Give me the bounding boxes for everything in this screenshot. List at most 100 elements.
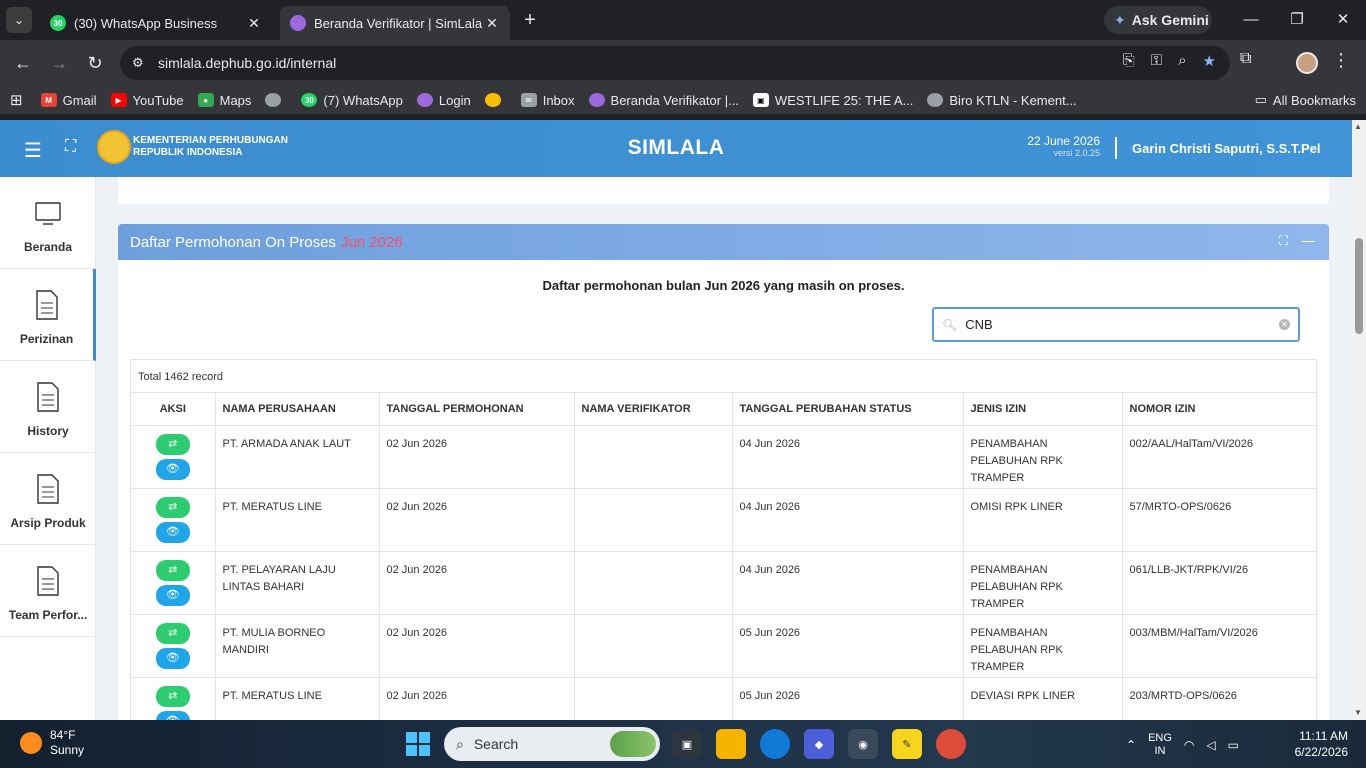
volume-icon[interactable]: ◁ [1206, 738, 1215, 752]
bookmark-globe[interactable] [265, 93, 287, 107]
close-tab-icon[interactable]: ✕ [484, 15, 500, 32]
edge-icon[interactable] [760, 729, 790, 759]
install-app-icon[interactable]: ⎘ [1123, 52, 1135, 70]
scrollbar-thumb[interactable] [1355, 238, 1363, 334]
app-icon[interactable]: ◆ [804, 729, 834, 759]
ask-gemini-button[interactable]: ✦ Ask Gemini [1104, 6, 1212, 34]
process-button[interactable]: ⇄ [155, 559, 190, 581]
process-button[interactable]: ⇄ [155, 496, 190, 518]
simlala-favicon-icon [290, 15, 306, 31]
whatsapp-icon: 30 [50, 15, 66, 31]
cell-nama-verifikator [574, 551, 733, 615]
bookmark-westlife[interactable]: ▣ WESTLIFE 25: THE A... [752, 93, 913, 108]
scroll-down-icon[interactable]: ▼ [1354, 708, 1362, 717]
table-row: ⇄ 👁︎ PT. PELAYARAN LAJU LINTAS BAHARI 02 … [131, 551, 1317, 615]
chrome-icon[interactable] [936, 729, 966, 759]
user-name[interactable]: Garin Christi Saputri, S.S.T.Pel [1132, 141, 1321, 156]
sidebar-item-arsip-produk[interactable]: Arsip Produk [0, 453, 96, 545]
battery-icon[interactable]: ▭ [1228, 738, 1239, 752]
col-tanggal-permohonan[interactable]: TANGGAL PERMOHONAN [379, 393, 575, 426]
sidebar-item-perizinan[interactable]: Perizinan [0, 269, 96, 361]
search-input[interactable] [965, 317, 1266, 332]
card-title: Daftar Permohonan On Proses [130, 233, 336, 251]
bookmark-pinwheel[interactable] [484, 93, 507, 107]
reload-button[interactable]: ↻ [82, 50, 108, 76]
taskbar-clock[interactable]: 11:11 AM 6/22/2026 [1288, 728, 1348, 760]
bookmark-youtube[interactable]: ▶ YouTube [110, 93, 184, 108]
keyboard-layout: IN [1154, 745, 1166, 757]
chrome-menu-icon[interactable]: ⋮ [1332, 50, 1350, 71]
col-jenis-izin[interactable]: JENIS IZIN [963, 393, 1123, 426]
col-nama-verifikator[interactable]: NAMA VERIFIKATOR [574, 393, 733, 426]
view-eye-button[interactable]: 👁︎ [155, 584, 190, 606]
bookmark-beranda-verifikator[interactable]: Beranda Verifikator |... [588, 93, 739, 108]
youtube-icon: ▶ [110, 93, 127, 107]
tab-whatsapp[interactable]: 30 (30) WhatsApp Business ✕ [40, 6, 272, 40]
wifi-icon[interactable]: ◠ [1184, 738, 1194, 752]
card-subtitle: Daftar permohonan bulan Jun 2026 yang ma… [542, 278, 905, 293]
all-bookmarks-button[interactable]: ▭ All Bookmarks [1255, 92, 1356, 108]
bookmark-login[interactable]: Login [416, 93, 471, 108]
minimize-button[interactable]: — [1236, 8, 1266, 32]
scroll-up-icon[interactable]: ▲ [1354, 122, 1362, 131]
forward-button[interactable]: → [46, 50, 72, 76]
zoom-icon[interactable]: ⌕ [1178, 52, 1186, 70]
sidebar-item-history[interactable]: History [0, 361, 96, 453]
browser-tab-strip: ⌄ 30 (30) WhatsApp Business ✕ Beranda Ve… [0, 0, 1366, 40]
row-actions: ⇄ 👁︎ [131, 677, 216, 720]
language-indicator[interactable]: ENG IN [1148, 732, 1172, 758]
bookmark-maps[interactable]: ● Maps [197, 93, 251, 108]
tab-search-button[interactable]: ⌄ [6, 7, 32, 33]
col-nama-perusahaan[interactable]: NAMA PERUSAHAAN [215, 393, 380, 426]
sidebar-item-team-performance[interactable]: Team Perfor... [0, 545, 96, 637]
profile-avatar[interactable] [1296, 52, 1318, 74]
password-key-icon[interactable]: ⚿ [1151, 52, 1162, 70]
extensions-puzzle-icon[interactable]: ⧉ [1240, 50, 1251, 68]
taskbar: 84°F Sunny ⌕ Search ▣ ◆ ◉ ✎ ⌃ ENG IN ◠ ◁… [0, 720, 1366, 768]
tab-simlala[interactable]: Beranda Verifikator | SimLala ✕ [280, 6, 510, 40]
bookmark-whatsapp[interactable]: 30 (7) WhatsApp [301, 93, 403, 108]
language-code: ENG [1148, 732, 1172, 744]
file-explorer-icon[interactable] [716, 729, 746, 759]
view-eye-button[interactable]: 👁︎ [155, 647, 190, 669]
view-eye-button[interactable]: 👁︎ [155, 521, 190, 543]
close-window-button[interactable]: ✕ [1328, 8, 1358, 32]
collapse-card-icon[interactable]: — [1302, 233, 1315, 249]
weather-widget[interactable]: 84°F Sunny [20, 728, 84, 758]
process-button[interactable]: ⇄ [155, 622, 190, 644]
apps-grid-icon[interactable]: ⊞ [10, 91, 23, 109]
col-nomor-izin[interactable]: NOMOR IZIN [1122, 393, 1317, 426]
bookmark-biro-ktln[interactable]: Biro KTLN - Kement... [927, 93, 1077, 108]
system-tray: ⌃ ENG IN ◠ ◁ ▭ [1126, 732, 1239, 758]
sidebar-item-beranda[interactable]: Beranda [0, 177, 96, 269]
cell-nama-perusahaan: PT. MULIA BORNEO MANDIRI [215, 614, 380, 678]
close-tab-icon[interactable]: ✕ [246, 15, 262, 32]
task-view-icon[interactable]: ▣ [672, 729, 702, 759]
process-button[interactable]: ⇄ [155, 433, 190, 455]
clock-date: 6/22/2026 [1294, 745, 1348, 759]
chevron-up-icon[interactable]: ⌃ [1126, 738, 1136, 752]
view-eye-button[interactable]: 👁︎ [155, 710, 190, 720]
page-scrollbar[interactable]: ▲ ▼ [1352, 120, 1366, 720]
bookmark-star-icon[interactable]: ★ [1203, 52, 1216, 70]
site-info-icon[interactable]: ⚙ [132, 55, 156, 71]
permohonan-table: Total 1462 record AKSI NAMA PERUSAHAAN T… [130, 359, 1317, 720]
bookmark-inbox[interactable]: ✉ Inbox [520, 93, 575, 108]
back-button[interactable]: ← [10, 50, 36, 76]
clear-search-icon[interactable]: ✕ [1279, 319, 1290, 330]
view-eye-button[interactable]: 👁︎ [155, 458, 190, 480]
windows-start-icon[interactable] [406, 732, 430, 756]
bookmark-gmail[interactable]: M Gmail [40, 93, 97, 108]
whatsapp-icon: 30 [301, 93, 318, 107]
camera-icon[interactable]: ◉ [848, 729, 878, 759]
col-tanggal-perubahan-status[interactable]: TANGGAL PERUBAHAN STATUS [732, 393, 964, 426]
search-field[interactable]: 🔍︎ ✕ [932, 307, 1300, 342]
maximize-card-icon[interactable]: ⛶ [1279, 233, 1288, 249]
process-button[interactable]: ⇄ [155, 685, 190, 707]
address-bar[interactable]: ⚙ simlala.dephub.go.id/internal ⎘ ⚿ ⌕ ★ [120, 46, 1230, 80]
taskbar-search[interactable]: ⌕ Search [444, 727, 660, 761]
restore-button[interactable]: ❐ [1282, 8, 1312, 32]
sticky-notes-icon[interactable]: ✎ [892, 729, 922, 759]
new-tab-button[interactable]: + [518, 9, 542, 33]
cell-tanggal-permohonan: 02 Jun 2026 [379, 488, 575, 552]
